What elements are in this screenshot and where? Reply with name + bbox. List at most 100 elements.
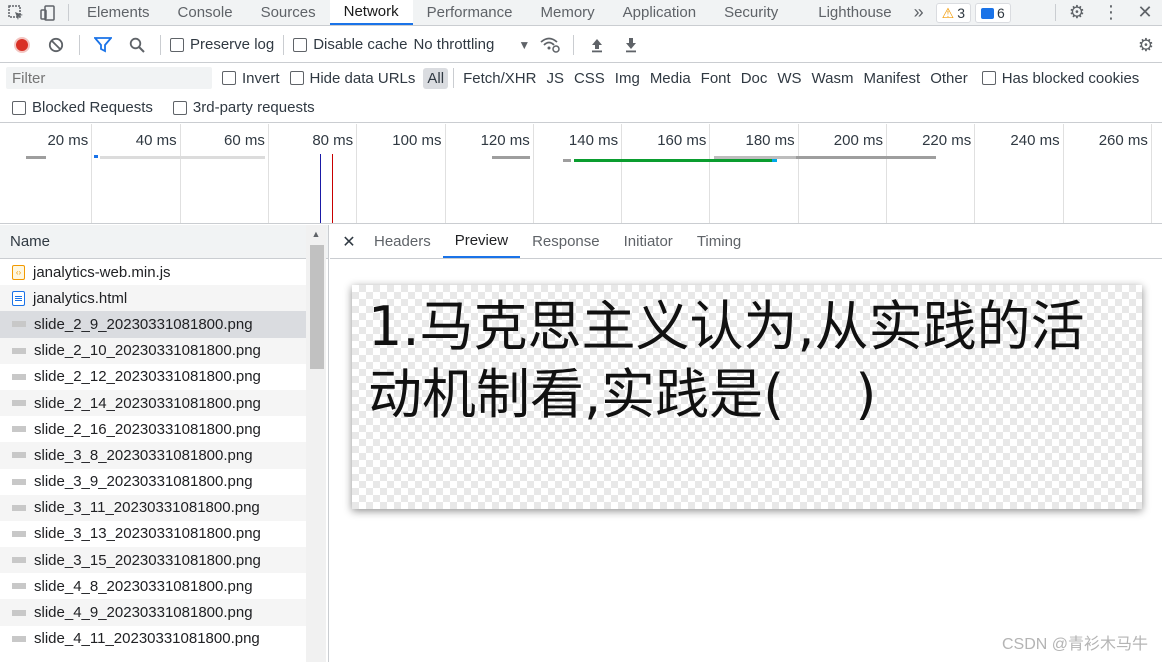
warnings-badge[interactable]: ⚠ 3 [935, 3, 972, 23]
upload-icon [592, 38, 603, 52]
checkbox-box[interactable] [289, 71, 304, 85]
timeline-gridline [444, 124, 446, 223]
timeline-overview[interactable]: 20 ms 40 ms 60 ms 80 ms 100 ms 120 ms 140 ms 16… [0, 124, 1162, 224]
tab-memory[interactable]: Memory [527, 0, 609, 25]
request-row[interactable]: slide_4_9_20230331081800.png [0, 599, 306, 626]
tab-security[interactable]: Security [710, 0, 792, 25]
checkbox-box[interactable] [12, 100, 26, 115]
filter-type-manifest[interactable]: Manifest [860, 68, 925, 89]
record-button[interactable] [8, 33, 36, 57]
tab-elements[interactable]: Elements [73, 0, 164, 25]
scrollbar-thumb[interactable] [310, 245, 324, 369]
filter-type-js[interactable]: JS [542, 68, 568, 89]
request-row[interactable]: slide_4_8_20230331081800.png [0, 573, 306, 599]
request-row[interactable]: slide_3_13_20230331081800.png [0, 521, 306, 547]
filter-type-fetch-xhr[interactable]: Fetch/XHR [459, 68, 540, 89]
device-toolbar-icon[interactable] [32, 0, 64, 25]
image-file-icon [12, 609, 26, 616]
network-conditions-button[interactable] [536, 33, 564, 57]
name-column-header[interactable]: Name [0, 225, 328, 259]
filter-type-all[interactable]: All [423, 67, 449, 89]
image-file-icon [12, 347, 26, 354]
checkbox-box[interactable] [293, 37, 308, 52]
request-row[interactable]: janalytics.html [0, 285, 306, 312]
close-detail-icon[interactable]: ✕ [336, 225, 362, 258]
timeline-gridline [532, 124, 534, 223]
filter-type-wasm[interactable]: Wasm [808, 68, 858, 89]
has-blocked-cookies-checkbox[interactable]: Has blocked cookies [981, 70, 1139, 87]
tab-lighthouse[interactable]: Lighthouse [792, 0, 905, 25]
close-devtools-icon[interactable]: ✕ [1128, 0, 1162, 25]
filter-type-ws[interactable]: WS [773, 68, 805, 89]
tab-network[interactable]: Network [329, 0, 413, 25]
tab-sources[interactable]: Sources [247, 0, 330, 25]
image-file-icon [12, 321, 26, 328]
request-row[interactable]: slide_4_11_20230331081800.png [0, 626, 306, 652]
dom-content-loaded-line [320, 154, 321, 223]
request-row[interactable]: slide_3_15_20230331081800.png [0, 547, 306, 574]
hide-data-urls-checkbox[interactable]: Hide data URLs [289, 70, 415, 87]
filter-toggle-button[interactable] [89, 33, 117, 57]
request-row[interactable]: ‹› janalytics-web.min.js [0, 259, 306, 285]
import-har-button[interactable] [583, 33, 611, 57]
request-list-scrollbar[interactable]: ▲ [306, 225, 326, 662]
tab-console[interactable]: Console [164, 0, 247, 25]
request-name: slide_3_13_20230331081800.png [34, 525, 261, 543]
scroll-up-arrow-icon[interactable]: ▲ [306, 229, 326, 239]
filter-type-doc[interactable]: Doc [737, 68, 772, 89]
request-row[interactable]: slide_2_14_20230331081800.png [0, 389, 306, 417]
messages-badge[interactable]: 6 [975, 3, 1011, 23]
checkbox-box[interactable] [170, 37, 184, 52]
invert-checkbox[interactable]: Invert [222, 70, 280, 87]
request-row[interactable]: slide_2_16_20230331081800.png [0, 416, 306, 442]
more-tabs-icon[interactable]: » [906, 0, 932, 25]
filter-type-other[interactable]: Other [926, 68, 972, 89]
throttling-select[interactable]: No throttling ▼ [413, 36, 530, 53]
image-file-icon [12, 452, 26, 459]
tab-headers[interactable]: Headers [362, 225, 443, 258]
timeline-request-bar [796, 156, 936, 159]
checkbox-box[interactable] [981, 71, 996, 85]
messages-count: 6 [997, 5, 1005, 21]
kebab-menu-icon[interactable]: ⋮ [1094, 0, 1128, 25]
filter-type-img[interactable]: Img [611, 68, 644, 89]
filter-type-font[interactable]: Font [697, 68, 735, 89]
separator [68, 4, 69, 21]
filter-input[interactable] [6, 67, 212, 89]
request-row[interactable]: slide_2_12_20230331081800.png [0, 364, 306, 390]
tab-application[interactable]: Application [609, 0, 710, 25]
clear-button[interactable] [42, 33, 70, 57]
search-button[interactable] [123, 33, 151, 57]
watermark: CSDN @青衫木马牛 [1001, 636, 1148, 653]
request-row[interactable]: slide_2_9_20230331081800.png [0, 311, 306, 338]
wifi-settings-icon [540, 37, 560, 53]
request-row[interactable]: slide_3_11_20230331081800.png [0, 494, 306, 521]
tab-initiator[interactable]: Initiator [612, 225, 685, 258]
disable-cache-checkbox[interactable]: Disable cache [293, 36, 407, 53]
filter-type-css[interactable]: CSS [570, 68, 609, 89]
filter-type-media[interactable]: Media [646, 68, 695, 89]
timeline-gridline [1150, 124, 1152, 223]
tab-response[interactable]: Response [520, 225, 612, 258]
request-row[interactable]: slide_3_8_20230331081800.png [0, 442, 306, 469]
network-toolbar: Preserve log Disable cache No throttling… [0, 27, 1162, 63]
export-har-button[interactable] [617, 33, 645, 57]
separator [573, 34, 575, 55]
request-row[interactable]: slide_2_10_20230331081800.png [0, 337, 306, 364]
tab-timing[interactable]: Timing [685, 225, 753, 258]
third-party-checkbox[interactable]: 3rd-party requests [172, 99, 315, 116]
invert-label: Invert [242, 69, 280, 87]
inspect-element-icon[interactable] [0, 0, 32, 25]
tab-preview[interactable]: Preview [442, 225, 521, 258]
image-file-icon [12, 635, 26, 642]
blocked-requests-checkbox[interactable]: Blocked Requests [12, 99, 153, 116]
tab-performance[interactable]: Performance [413, 0, 527, 25]
request-row[interactable]: slide_3_9_20230331081800.png [0, 469, 306, 495]
request-name: slide_3_15_20230331081800.png [34, 551, 261, 569]
checkbox-box[interactable] [222, 71, 236, 85]
preserve-log-checkbox[interactable]: Preserve log [170, 36, 274, 53]
timeline-tick-label: 240 ms [1010, 132, 1060, 149]
checkbox-box[interactable] [172, 100, 187, 115]
settings-gear-icon[interactable]: ⚙ [1060, 0, 1094, 25]
network-settings-gear-icon[interactable]: ⚙ [1134, 33, 1158, 57]
